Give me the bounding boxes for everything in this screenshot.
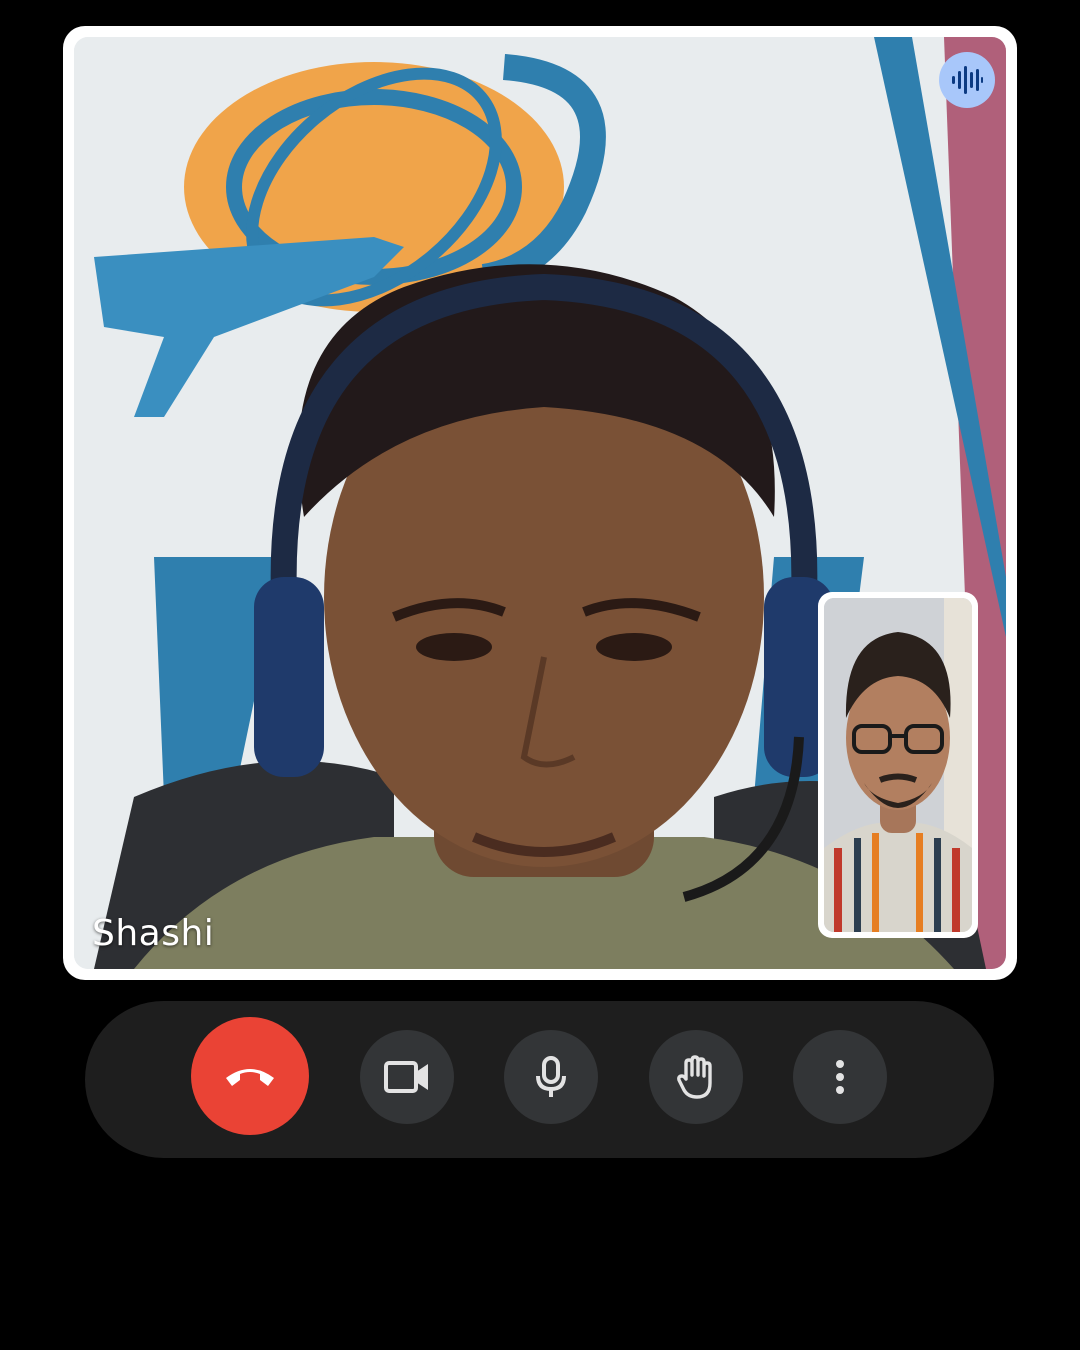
mic-icon <box>535 1056 567 1098</box>
video-call-screen: Shashi <box>0 0 1080 1350</box>
more-vert-icon <box>835 1059 845 1095</box>
videocam-icon <box>384 1060 430 1094</box>
more-options-button[interactable] <box>793 1030 887 1124</box>
self-view-video <box>824 598 972 932</box>
audio-waveform-icon <box>951 66 983 94</box>
participant-name-label: Shashi <box>92 913 215 954</box>
self-view-tile[interactable] <box>818 592 978 938</box>
speaking-indicator <box>939 52 995 108</box>
end-call-button[interactable] <box>191 1017 309 1135</box>
raise-hand-button[interactable] <box>649 1030 743 1124</box>
hand-icon <box>676 1055 716 1099</box>
call-end-icon <box>224 1064 276 1088</box>
microphone-toggle-button[interactable] <box>504 1030 598 1124</box>
call-control-bar <box>85 1001 994 1158</box>
camera-toggle-button[interactable] <box>360 1030 454 1124</box>
self-video-frame <box>824 598 972 932</box>
